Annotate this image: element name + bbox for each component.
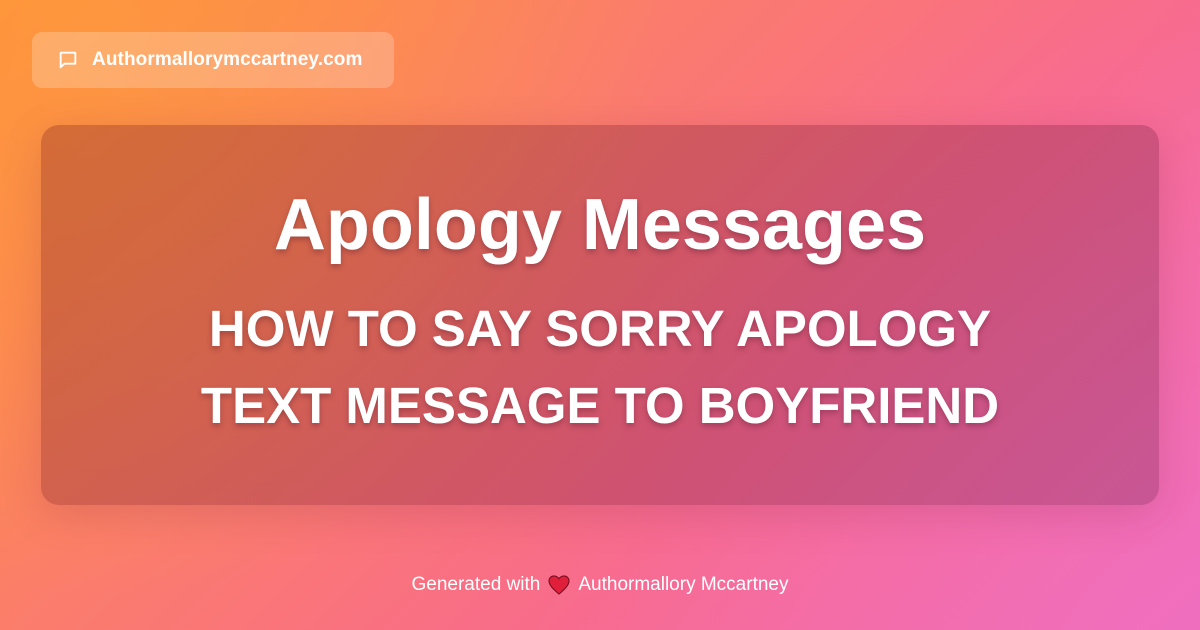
subtitle-line-1: HOW TO SAY SORRY APOLOGY [208,300,992,358]
heart-icon [548,574,570,596]
footer-author: Authormallory Mccartney [578,574,789,595]
chat-bubble-icon [56,48,80,72]
footer-prefix: Generated with [411,574,541,595]
page-title: Apology Messages [273,184,927,265]
subtitle-line-2: TEXT MESSAGE TO BOYFRIEND [200,376,1000,434]
headline-card: Apology Messages HOW TO SAY SORRY APOLOG… [41,125,1159,505]
footer-credit: Generated with Authormallory Mccartney [0,574,1200,596]
site-badge[interactable]: Authormallorymccartney.com [32,32,394,88]
site-name: Authormallorymccartney.com [92,49,363,70]
